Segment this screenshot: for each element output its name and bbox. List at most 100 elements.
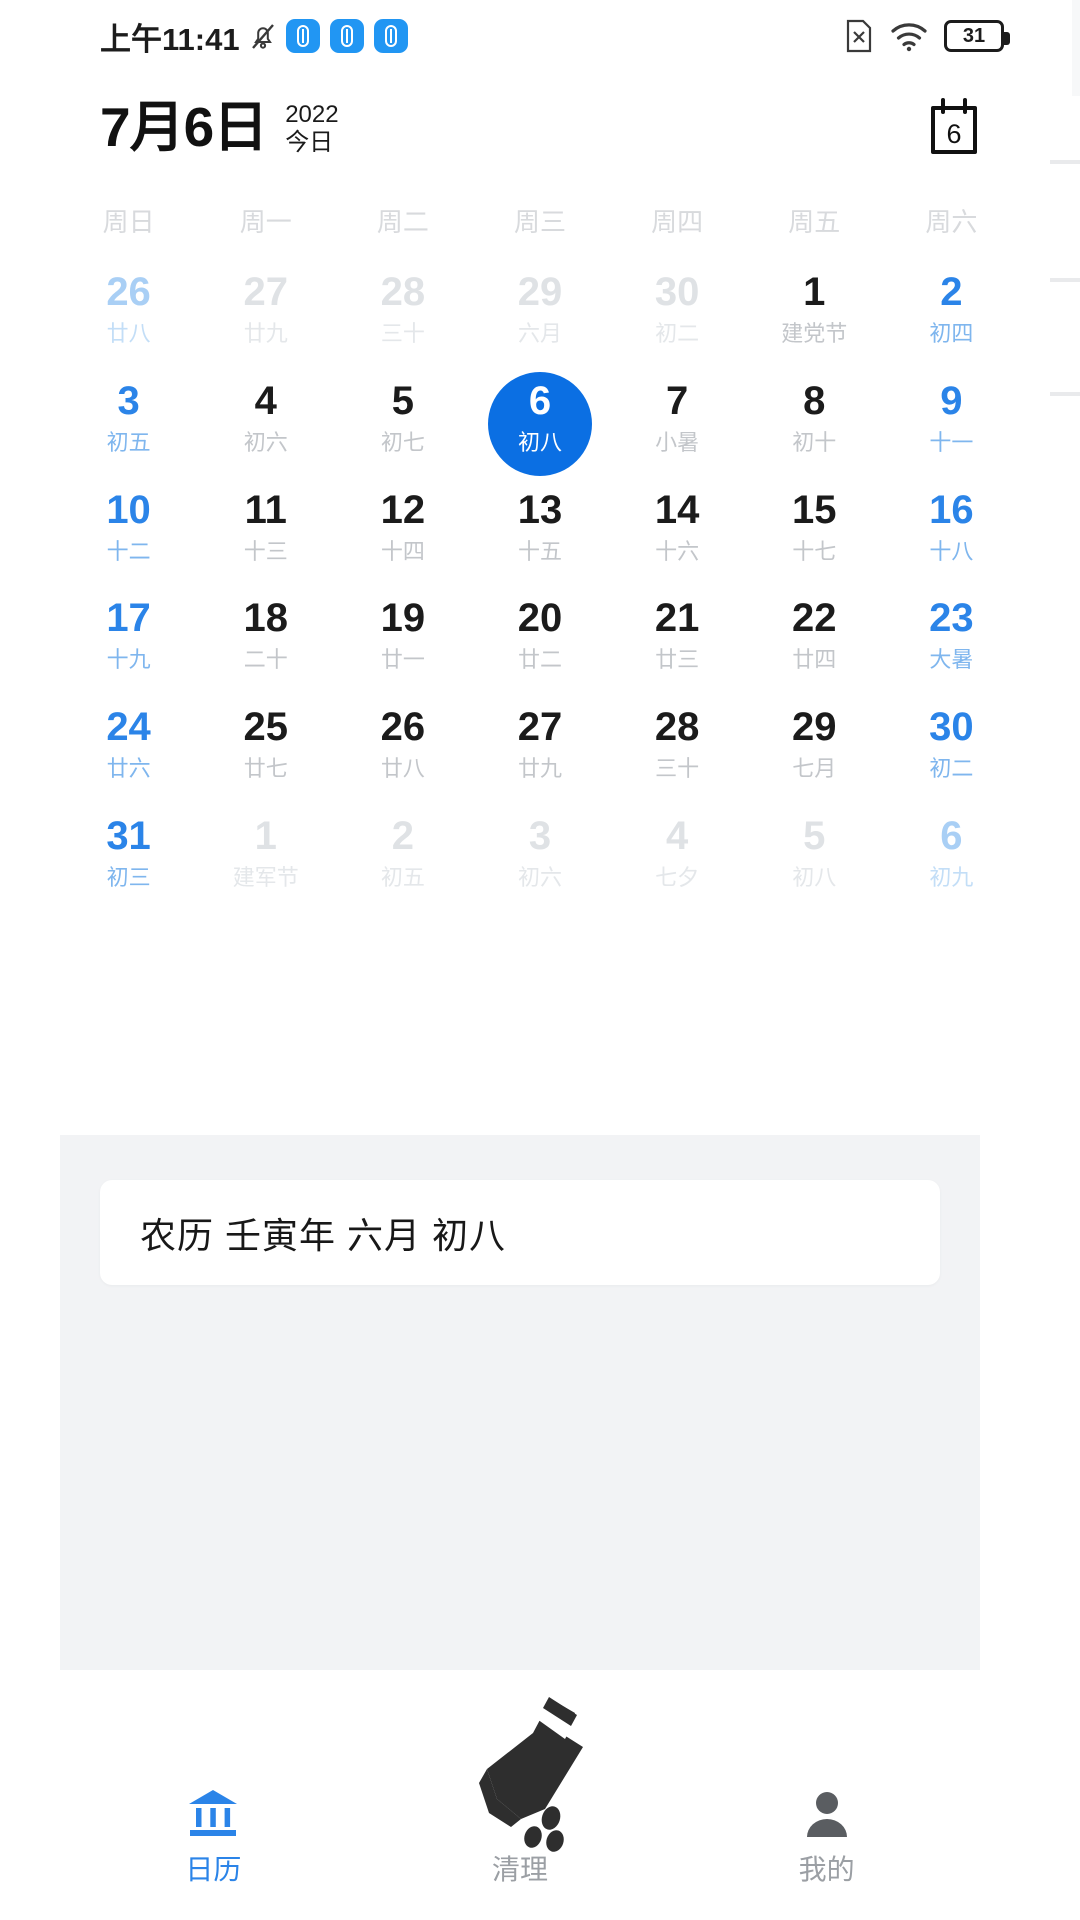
calendar-day-cell[interactable]: 2 初五 (334, 799, 471, 908)
day-number: 27 (243, 270, 288, 314)
calendar-day-cell[interactable]: 31 初三 (60, 799, 197, 908)
calendar-day-cell[interactable]: 4 七夕 (609, 799, 746, 908)
day-number: 26 (106, 270, 151, 314)
calendar-day-cell[interactable]: 9 十一 (883, 364, 1020, 473)
nav-item-profile[interactable]: 我的 (673, 1784, 980, 1920)
lunar-info-card[interactable]: 农历 壬寅年 六月 初八 (100, 1180, 940, 1285)
calendar-day-cell[interactable]: 14 十六 (609, 473, 746, 582)
day-lunar-label: 十四 (380, 538, 425, 564)
day-lunar-label: 廿八 (380, 756, 425, 782)
calendar-day-cell[interactable]: 28 三十 (609, 690, 746, 799)
day-number: 17 (106, 596, 151, 641)
calendar-day-cell[interactable]: 3 初六 (471, 799, 608, 908)
header-year: 2022 (285, 101, 339, 128)
day-number: 31 (106, 813, 151, 858)
weekday-label: 周二 (376, 207, 429, 237)
calendar-day-cell[interactable]: 6 初八 (471, 364, 608, 476)
calendar-day-cell[interactable]: 12 十四 (334, 473, 471, 582)
calendar-day-cell[interactable]: 20 廿二 (471, 581, 608, 690)
day-lunar-label: 十三 (243, 538, 288, 564)
calendar-day-cell[interactable]: 7 小暑 (609, 364, 746, 473)
nav-label-clean: 清理 (492, 1854, 549, 1885)
nav-label-profile: 我的 (798, 1854, 855, 1885)
day-lunar-label: 初十 (792, 429, 837, 455)
calendar-day-cell[interactable]: 3 初五 (60, 364, 197, 473)
calendar-day-cell[interactable]: 5 初七 (334, 364, 471, 473)
day-number: 28 (380, 270, 426, 314)
calendar-day-cell[interactable]: 4 初六 (197, 364, 334, 473)
day-number: 3 (528, 813, 552, 858)
status-bar: 上午11:41 31 (0, 0, 1080, 72)
day-number: 6 (528, 378, 552, 423)
day-number: 27 (517, 705, 563, 750)
day-lunar-label: 廿八 (106, 321, 151, 346)
calendar-day-cell[interactable]: 30 初二 (883, 690, 1020, 799)
day-lunar-label: 初二 (929, 756, 974, 782)
app-pill-icon (285, 19, 320, 53)
nav-item-calendar[interactable]: 日历 (60, 1784, 367, 1920)
calendar-day-cell[interactable]: 27 廿九 (197, 255, 334, 364)
calendar-day-cell[interactable]: 16 十八 (883, 473, 1020, 582)
calendar-day-cell[interactable]: 29 七月 (746, 690, 883, 799)
calendar-day-cell[interactable]: 6 初九 (883, 799, 1020, 908)
battery-level: 31 (962, 25, 986, 47)
nav-item-clean[interactable]: 清理 (367, 1691, 674, 1920)
day-lunar-label: 十二 (106, 538, 151, 564)
calendar-day-cell[interactable]: 26 廿八 (334, 690, 471, 799)
day-number: 25 (243, 705, 288, 750)
calendar-day-cell[interactable]: 28 三十 (334, 255, 471, 364)
calendar-day-cell[interactable]: 1 建党节 (746, 255, 883, 364)
calendar-day-cell[interactable]: 5 初八 (746, 799, 883, 908)
day-lunar-label: 初五 (380, 864, 425, 890)
day-number: 30 (654, 270, 700, 314)
day-number: 13 (517, 487, 563, 532)
day-number: 7 (666, 378, 689, 423)
weekday-header-row: 周日 周一 周二 周三 周四 周五 周六 (60, 190, 1020, 255)
day-lunar-label: 十七 (792, 538, 837, 564)
today-calendar-icon[interactable]: 6 (923, 96, 985, 158)
calendar-day-cell[interactable]: 30 初二 (609, 255, 746, 364)
day-number: 16 (929, 487, 974, 532)
day-lunar-label: 初八 (792, 864, 837, 890)
day-lunar-label: 廿一 (380, 647, 425, 673)
calendar-day-cell[interactable]: 22 廿四 (746, 581, 883, 690)
calendar-day-cell[interactable]: 18 二十 (197, 581, 334, 690)
calendar-day-cell[interactable]: 11 十三 (197, 473, 334, 582)
day-number: 28 (654, 705, 700, 750)
calendar-weeks: 26 廿八 27 廿九 28 三十 29 六月 30 初二 1 建党节 2 初四 3 初五 4 初六 5 初七 6 初八 7… (60, 255, 1020, 908)
calendar-day-cell[interactable]: 17 十九 (60, 581, 197, 690)
day-lunar-label: 初八 (517, 429, 562, 455)
calendar-day-cell[interactable]: 13 十五 (471, 473, 608, 582)
calendar-week-row: 3 初五 4 初六 5 初七 6 初八 7 小暑 8 初十 9 十一 (60, 364, 1020, 476)
calendar-day-cell[interactable]: 23 大暑 (883, 581, 1020, 690)
calendar-day-cell[interactable]: 19 廿一 (334, 581, 471, 690)
calendar-day-cell[interactable]: 2 初四 (883, 255, 1020, 364)
day-lunar-label: 廿二 (517, 647, 562, 673)
calendar-day-cell[interactable]: 21 廿三 (609, 581, 746, 690)
day-number: 29 (792, 705, 837, 750)
day-number: 5 (391, 378, 414, 423)
calendar-day-cell[interactable]: 10 十二 (60, 473, 197, 582)
day-number: 6 (940, 813, 963, 858)
calendar-day-cell[interactable]: 1 建军节 (197, 799, 334, 908)
day-number: 11 (244, 487, 287, 532)
day-lunar-label: 大暑 (929, 647, 974, 673)
day-lunar-label: 廿三 (655, 647, 700, 673)
day-lunar-label: 初五 (106, 429, 151, 455)
calendar-day-cell[interactable]: 29 六月 (471, 255, 608, 364)
day-number: 3 (117, 378, 140, 423)
calendar-day-cell[interactable]: 24 廿六 (60, 690, 197, 799)
day-number: 10 (106, 487, 151, 532)
battery-icon: 31 (944, 20, 1010, 52)
person-icon (801, 1784, 853, 1842)
day-lunar-label: 廿九 (517, 756, 562, 782)
day-lunar-label: 建军节 (232, 864, 299, 890)
calendar-day-cell[interactable]: 15 十七 (746, 473, 883, 582)
day-lunar-label: 十一 (929, 429, 974, 455)
day-lunar-label: 廿九 (243, 321, 288, 346)
day-lunar-label: 七夕 (655, 864, 700, 890)
calendar-day-cell[interactable]: 26 廿八 (60, 255, 197, 364)
calendar-day-cell[interactable]: 25 廿七 (197, 690, 334, 799)
calendar-day-cell[interactable]: 8 初十 (746, 364, 883, 473)
calendar-day-cell[interactable]: 27 廿九 (471, 690, 608, 799)
